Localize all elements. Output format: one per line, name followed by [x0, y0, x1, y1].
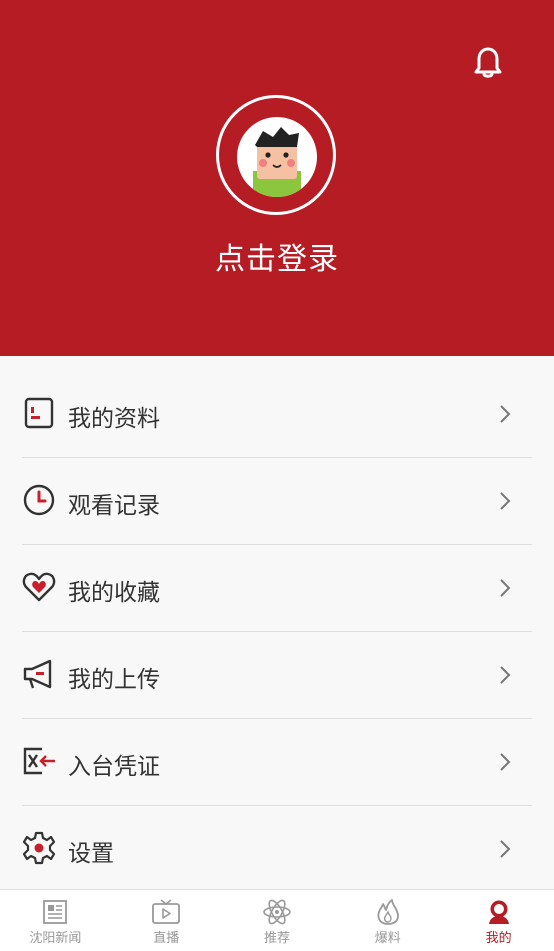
- tv-icon: [152, 899, 181, 924]
- megaphone-icon: [23, 659, 52, 689]
- gear-icon: [22, 831, 56, 865]
- bell-icon[interactable]: [468, 42, 508, 82]
- menu-item-favorites[interactable]: 我的收藏: [22, 545, 532, 632]
- menu-item-history[interactable]: 观看记录: [22, 458, 532, 545]
- chevron-right-icon: [500, 840, 511, 858]
- chevron-right-icon: [500, 753, 511, 771]
- menu-item-label: 观看记录: [68, 493, 160, 519]
- tab-live[interactable]: 直播: [111, 890, 222, 951]
- chevron-right-icon: [500, 579, 511, 597]
- flame-icon: [377, 899, 399, 925]
- tab-label: 沈阳新闻: [29, 931, 82, 946]
- profile-icon: [24, 397, 54, 429]
- tab-label: 我的: [485, 931, 512, 946]
- avatar[interactable]: [237, 117, 317, 197]
- tab-recommend[interactable]: 推荐: [222, 890, 333, 951]
- chevron-right-icon: [500, 666, 511, 684]
- tab-label: 推荐: [263, 931, 290, 946]
- heart-icon: [22, 572, 56, 602]
- bottom-tab-bar: 沈阳新闻 直播 推荐 爆料 我的: [0, 889, 554, 951]
- menu-item-label: 我的资料: [68, 406, 160, 432]
- menu-item-label: 入台凭证: [68, 754, 160, 780]
- menu-list: 我的资料 观看记录 我的收藏 我的上传 入台凭证 设置: [0, 371, 554, 892]
- atom-icon: [263, 899, 291, 925]
- tab-mine[interactable]: 我的: [443, 890, 554, 951]
- menu-item-label: 设置: [68, 841, 114, 867]
- tab-tips[interactable]: 爆料: [332, 890, 443, 951]
- menu-item-pass[interactable]: 入台凭证: [22, 719, 532, 806]
- menu-item-label: 我的上传: [68, 667, 160, 693]
- chevron-right-icon: [500, 405, 511, 423]
- profile-header: 点击登录: [0, 0, 554, 356]
- menu-item-uploads[interactable]: 我的上传: [22, 632, 532, 719]
- menu-item-label: 我的收藏: [68, 580, 160, 606]
- user-icon: [488, 900, 509, 924]
- tab-news[interactable]: 沈阳新闻: [0, 890, 111, 951]
- chevron-right-icon: [500, 492, 511, 510]
- cartoon-face-icon: [253, 127, 301, 197]
- clock-icon: [23, 484, 55, 516]
- pass-icon: [23, 747, 55, 775]
- login-link[interactable]: 点击登录: [0, 234, 554, 278]
- newspaper-icon: [43, 900, 68, 924]
- menu-item-settings[interactable]: 设置: [22, 806, 532, 892]
- tab-label: 直播: [153, 931, 180, 946]
- tab-label: 爆料: [374, 931, 401, 946]
- menu-item-profile[interactable]: 我的资料: [22, 371, 532, 458]
